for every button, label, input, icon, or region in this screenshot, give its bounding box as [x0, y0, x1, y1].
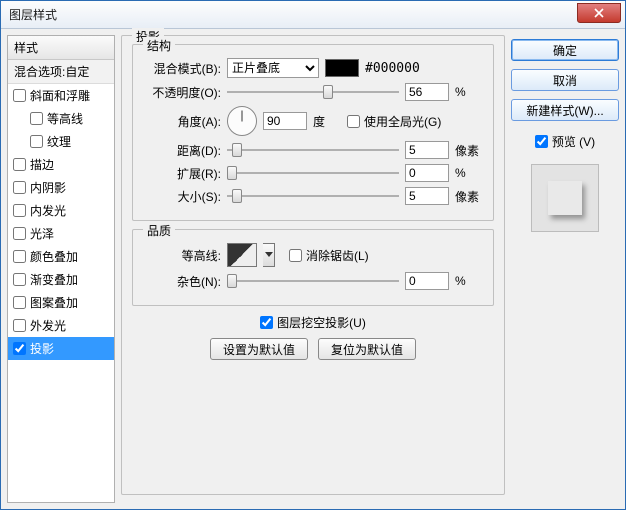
global-light-checkbox[interactable]: 使用全局光(G) — [347, 113, 441, 130]
style-item-11[interactable]: 投影 — [8, 337, 114, 360]
size-slider[interactable] — [227, 188, 399, 204]
preview-swatch — [548, 181, 582, 215]
structure-fieldset: 结构 混合模式(B): 正片叠底 #000000 不透明度(O): % — [132, 44, 494, 221]
antialias-checkbox[interactable]: 消除锯齿(L) — [289, 247, 369, 264]
contour-label: 等高线: — [143, 247, 221, 264]
ok-button[interactable]: 确定 — [511, 39, 619, 61]
style-label: 内发光 — [30, 202, 66, 219]
style-checkbox[interactable] — [30, 112, 43, 125]
chevron-down-icon — [265, 252, 273, 258]
style-label: 外发光 — [30, 317, 66, 334]
style-label: 图案叠加 — [30, 294, 78, 311]
angle-dial[interactable] — [227, 106, 257, 136]
color-hex: #000000 — [365, 61, 420, 76]
action-panel: 确定 取消 新建样式(W)... 预览 (V) — [511, 35, 619, 503]
styles-list-panel: 样式 混合选项:自定 斜面和浮雕等高线纹理描边内阴影内发光光泽颜色叠加渐变叠加图… — [7, 35, 115, 503]
distance-label: 距离(D): — [143, 142, 221, 159]
style-item-3[interactable]: 描边 — [8, 153, 114, 176]
close-button[interactable] — [577, 3, 621, 23]
dialog-body: 样式 混合选项:自定 斜面和浮雕等高线纹理描边内阴影内发光光泽颜色叠加渐变叠加图… — [1, 29, 625, 509]
noise-input[interactable] — [405, 272, 449, 290]
style-checkbox[interactable] — [13, 158, 26, 171]
style-checkbox[interactable] — [13, 204, 26, 217]
size-input[interactable] — [405, 187, 449, 205]
style-label: 光泽 — [30, 225, 54, 242]
style-item-1[interactable]: 等高线 — [8, 107, 114, 130]
opacity-slider[interactable] — [227, 84, 399, 100]
blend-mode-label: 混合模式(B): — [143, 60, 221, 77]
preview-checkbox[interactable]: 预览 (V) — [511, 133, 619, 150]
style-checkbox[interactable] — [30, 135, 43, 148]
noise-slider[interactable] — [227, 273, 399, 289]
distance-input[interactable] — [405, 141, 449, 159]
contour-dropdown[interactable] — [263, 243, 275, 267]
size-unit: 像素 — [455, 188, 483, 205]
angle-input[interactable] — [263, 112, 307, 130]
blend-mode-select[interactable]: 正片叠底 — [227, 58, 319, 78]
style-checkbox[interactable] — [13, 250, 26, 263]
styles-header: 样式 — [8, 36, 114, 60]
noise-label: 杂色(N): — [143, 273, 221, 290]
style-label: 内阴影 — [30, 179, 66, 196]
quality-fieldset: 品质 等高线: 消除锯齿(L) 杂色(N): % — [132, 229, 494, 306]
size-label: 大小(S): — [143, 188, 221, 205]
cancel-button[interactable]: 取消 — [511, 69, 619, 91]
set-default-button[interactable]: 设置为默认值 — [210, 338, 308, 360]
style-checkbox[interactable] — [13, 227, 26, 240]
style-item-4[interactable]: 内阴影 — [8, 176, 114, 199]
contour-picker[interactable] — [227, 243, 257, 267]
window-title: 图层样式 — [9, 6, 57, 23]
style-item-9[interactable]: 图案叠加 — [8, 291, 114, 314]
style-item-6[interactable]: 光泽 — [8, 222, 114, 245]
opacity-input[interactable] — [405, 83, 449, 101]
layer-style-dialog: 图层样式 样式 混合选项:自定 斜面和浮雕等高线纹理描边内阴影内发光光泽颜色叠加… — [0, 0, 626, 510]
style-label: 纹理 — [47, 133, 71, 150]
opacity-label: 不透明度(O): — [143, 84, 221, 101]
noise-unit: % — [455, 274, 483, 288]
style-checkbox[interactable] — [13, 181, 26, 194]
style-label: 渐变叠加 — [30, 271, 78, 288]
distance-unit: 像素 — [455, 142, 483, 159]
angle-label: 角度(A): — [143, 113, 221, 130]
spread-unit: % — [455, 166, 483, 180]
blend-options-row[interactable]: 混合选项:自定 — [8, 60, 114, 84]
shadow-fieldset: 投影 结构 混合模式(B): 正片叠底 #000000 不透明度(O): % — [121, 35, 505, 495]
distance-slider[interactable] — [227, 142, 399, 158]
preview-box — [531, 164, 599, 232]
style-label: 投影 — [30, 340, 54, 357]
reset-default-button[interactable]: 复位为默认值 — [318, 338, 416, 360]
style-label: 斜面和浮雕 — [30, 87, 90, 104]
style-item-7[interactable]: 颜色叠加 — [8, 245, 114, 268]
style-checkbox[interactable] — [13, 296, 26, 309]
style-label: 颜色叠加 — [30, 248, 78, 265]
style-checkbox[interactable] — [13, 89, 26, 102]
style-item-2[interactable]: 纹理 — [8, 130, 114, 153]
style-checkbox[interactable] — [13, 273, 26, 286]
titlebar[interactable]: 图层样式 — [1, 1, 625, 29]
new-style-button[interactable]: 新建样式(W)... — [511, 99, 619, 121]
color-swatch[interactable] — [325, 59, 359, 77]
style-item-0[interactable]: 斜面和浮雕 — [8, 84, 114, 107]
angle-unit: 度 — [313, 113, 341, 130]
opacity-unit: % — [455, 85, 483, 99]
style-item-5[interactable]: 内发光 — [8, 199, 114, 222]
spread-input[interactable] — [405, 164, 449, 182]
knockout-checkbox[interactable]: 图层挖空投影(U) — [260, 314, 366, 331]
style-checkbox[interactable] — [13, 319, 26, 332]
close-icon — [594, 8, 604, 18]
structure-title: 结构 — [143, 37, 175, 54]
quality-title: 品质 — [143, 222, 175, 239]
spread-label: 扩展(R): — [143, 165, 221, 182]
style-item-10[interactable]: 外发光 — [8, 314, 114, 337]
spread-slider[interactable] — [227, 165, 399, 181]
style-item-8[interactable]: 渐变叠加 — [8, 268, 114, 291]
style-label: 描边 — [30, 156, 54, 173]
settings-panel: 投影 结构 混合模式(B): 正片叠底 #000000 不透明度(O): % — [121, 35, 505, 503]
style-checkbox[interactable] — [13, 342, 26, 355]
style-label: 等高线 — [47, 110, 83, 127]
